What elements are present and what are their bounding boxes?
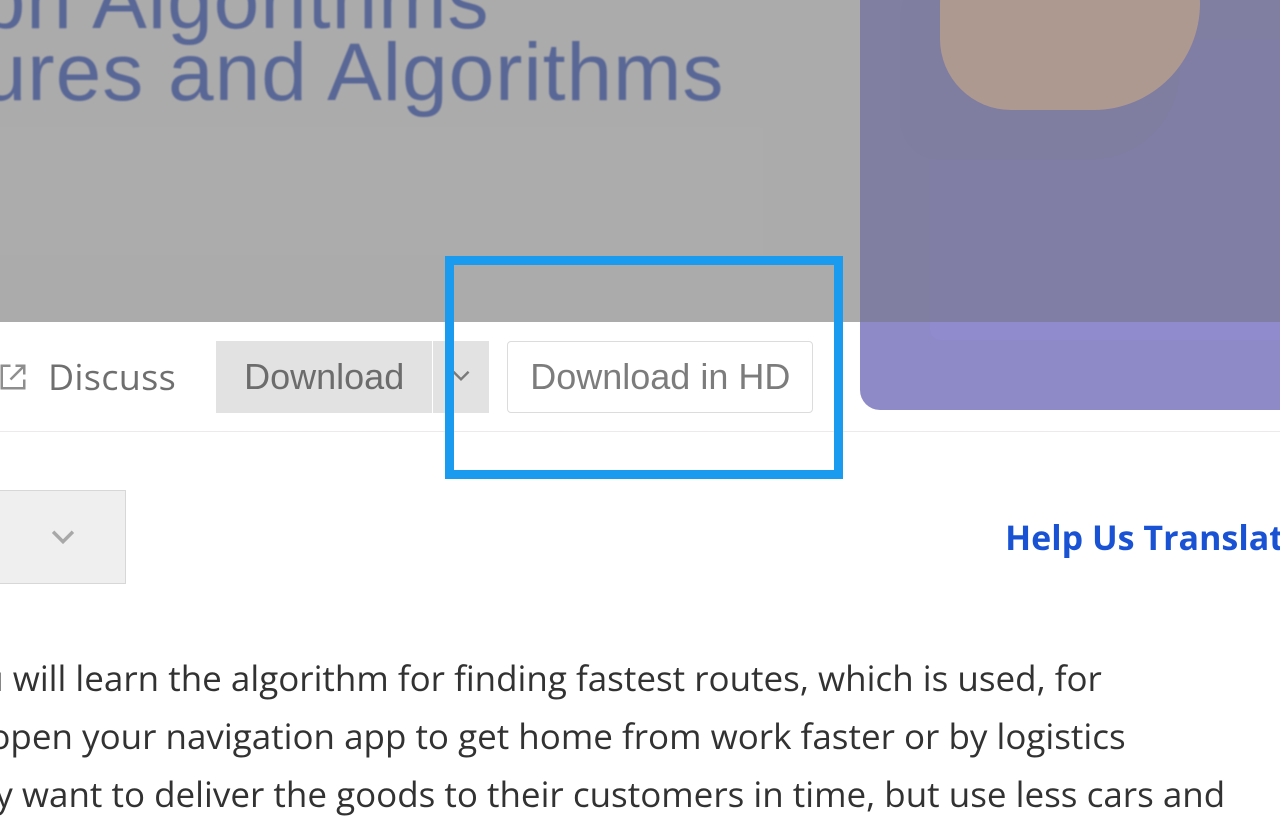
download-button[interactable]: Download [216,341,432,413]
help-translate-link[interactable]: Help Us Translat [1005,514,1280,560]
chevron-down-icon [448,362,474,391]
discuss-link[interactable]: Discuss [48,352,176,401]
external-link-icon[interactable] [0,362,28,392]
description-line-1: ure, you will learn the algorithm for fi… [0,650,1280,708]
secondary-row: Help Us Translat [0,432,1280,584]
description-line-2: en you open your navigation app to get h… [0,708,1280,766]
download-dropdown-toggle[interactable] [433,341,489,413]
lecture-description: ure, you will learn the algorithm for fi… [0,650,1280,824]
video-toolbar: Discuss Download Download in HD [0,322,1280,432]
slide-dim-overlay [0,0,1280,322]
description-line-3: hen they want to deliver the goods to th… [0,766,1280,824]
download-hd-button[interactable]: Download in HD [507,341,813,413]
collapse-toggle[interactable] [0,490,126,584]
hero-slide: Graph Algorithms ructures and Algorithms [0,0,1280,322]
chevron-down-icon [46,519,80,556]
download-split-button: Download [216,341,489,413]
